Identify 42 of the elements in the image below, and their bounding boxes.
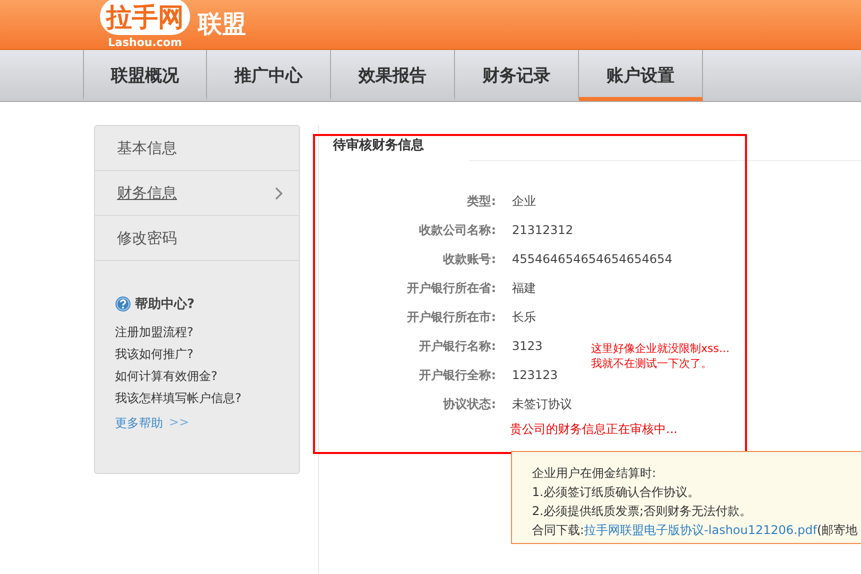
notice-tail: (邮寄地 bbox=[816, 522, 858, 539]
field-value: 长乐 bbox=[512, 309, 536, 326]
field-label: 收款账号: bbox=[443, 251, 496, 268]
nav-tab[interactable]: 账户设置 bbox=[579, 50, 703, 101]
field-label: 开户银行所在市: bbox=[407, 309, 496, 326]
sidebar-item[interactable]: 修改密码 bbox=[95, 216, 299, 261]
field-value: 福建 bbox=[512, 280, 536, 297]
notice-line: 1.必须签订纸质确认合作协议。 bbox=[532, 484, 700, 501]
field-label: 开户银行全称: bbox=[419, 367, 496, 384]
field-value: 123123 bbox=[512, 367, 558, 384]
field-label: 开户银行名称: bbox=[419, 338, 496, 355]
field-value: 企业 bbox=[512, 193, 536, 210]
nav-tab[interactable]: 联盟概况 bbox=[83, 50, 207, 101]
field-value: 未签订协议 bbox=[512, 396, 572, 413]
field-value: 21312312 bbox=[512, 222, 574, 239]
download-label: 合同下载: bbox=[532, 522, 584, 539]
field-label: 开户银行所在省: bbox=[407, 280, 496, 297]
notice-line: 企业用户在佣金结算时: bbox=[532, 465, 658, 482]
annotation-text: 我就不在测试一下次了。 bbox=[591, 356, 713, 371]
download-link[interactable]: 拉手网联盟电子版协议-lashou121206.pdf bbox=[584, 521, 817, 540]
nav-tab[interactable]: 效果报告 bbox=[331, 50, 455, 101]
field-value: 455464654654654654654 bbox=[512, 251, 672, 268]
sidebar-item[interactable]: 基本信息 bbox=[95, 126, 299, 171]
help-icon bbox=[115, 296, 131, 312]
notice-line: 2.必须提供纸质发票;否则财务无法付款。 bbox=[532, 503, 752, 520]
chevron-icon bbox=[275, 186, 283, 200]
help-title: 帮助中心? bbox=[135, 296, 195, 313]
help-link[interactable]: 我该如何推广? bbox=[115, 343, 299, 365]
nav-tab[interactable]: 财务记录 bbox=[455, 50, 579, 101]
field-label: 协议状态: bbox=[443, 396, 496, 413]
brand-suffix: 联盟 bbox=[198, 9, 246, 40]
help-link[interactable]: 如何计算有效佣金? bbox=[115, 365, 299, 387]
help-link[interactable]: 我该怎样填写帐户信息? bbox=[115, 387, 299, 409]
field-value: 3123 bbox=[512, 338, 543, 355]
annotation-text: 这里好像企业就没限制xss... bbox=[591, 341, 730, 356]
nav-tab[interactable]: 推广中心 bbox=[207, 50, 331, 101]
field-label: 类型: bbox=[467, 193, 496, 210]
field-label: 收款公司名称: bbox=[419, 222, 496, 239]
sidebar-item[interactable]: 财务信息 bbox=[95, 171, 299, 216]
panel-tab[interactable]: 待审核财务信息 bbox=[333, 136, 424, 154]
help-link[interactable]: 注册加盟流程? bbox=[115, 321, 299, 343]
review-status: 贵公司的财务信息正在审核中... bbox=[510, 421, 678, 438]
